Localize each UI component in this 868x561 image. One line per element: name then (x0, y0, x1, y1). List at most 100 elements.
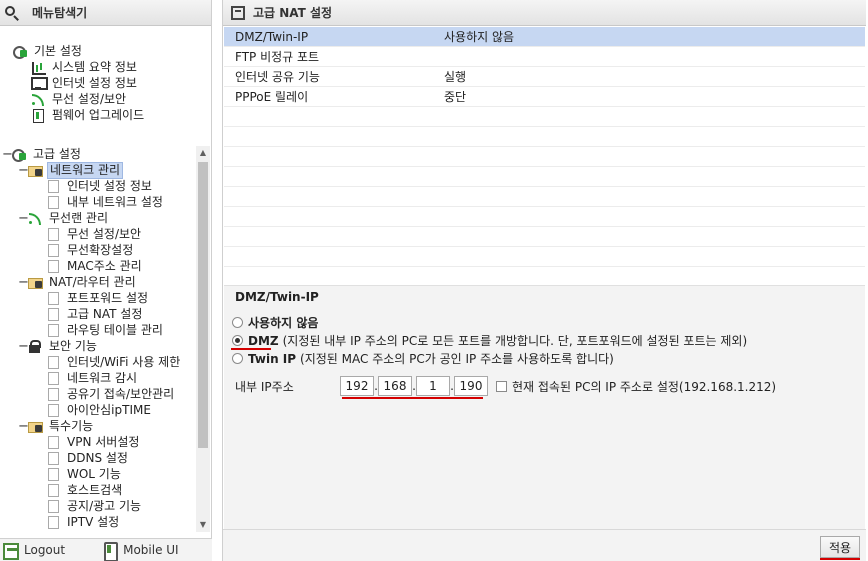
tree-item[interactable]: 아이안심ipTIME (0, 402, 196, 418)
mobile-icon (101, 542, 119, 561)
lock-icon (27, 339, 43, 353)
table-row[interactable]: FTP 비정규 포트 (224, 47, 865, 67)
page-icon (48, 467, 59, 481)
tree-item[interactable]: 고급 NAT 설정 (0, 306, 196, 322)
scroll-down-arrow-icon[interactable]: ▼ (196, 518, 210, 532)
tree-item[interactable]: IPTV 설정 (0, 514, 196, 530)
special-folder-icon (27, 419, 43, 433)
page-icon (48, 387, 59, 401)
tree-item[interactable]: MAC주소 관리 (0, 258, 196, 274)
tree-special-functions[interactable]: − 특수기능 (0, 418, 196, 434)
chart-icon (30, 60, 46, 75)
tree-item[interactable]: DDNS 설정 (0, 450, 196, 466)
settings-folder-icon (12, 44, 28, 59)
table-row[interactable]: PPPoE 릴레이 중단 (224, 87, 865, 107)
tree-system-summary[interactable]: 시스템 요약 정보 (0, 59, 196, 75)
table-row-empty (224, 127, 865, 147)
content-panel: 고급 NAT 설정 DMZ/Twin-IP 사용하지 않음 FTP 비정규 포트… (222, 0, 866, 561)
page-icon (48, 499, 59, 513)
ip-octet-4[interactable] (454, 376, 488, 396)
page-icon (48, 355, 59, 369)
tree-item[interactable]: VPN 서버설정 (0, 434, 196, 450)
radio-twin-ip[interactable]: Twin IP (지정된 MAC 주소의 PC가 공인 IP 주소를 사용하도록… (232, 350, 614, 367)
collapse-icon[interactable]: − (2, 147, 13, 162)
internal-ip-label: 내부 IP주소 (235, 379, 294, 394)
tree-advanced-settings[interactable]: − 고급 설정 (0, 146, 196, 162)
page-icon (48, 259, 59, 273)
tree-item[interactable]: 인터넷/WiFi 사용 제한 (0, 354, 196, 370)
tree-item[interactable]: 인터넷 설정 정보 (0, 178, 196, 194)
window-icon (231, 5, 245, 20)
page-icon (48, 435, 59, 449)
tree-item[interactable]: 라우팅 테이블 관리 (0, 322, 196, 338)
tree-item[interactable]: 무선 설정/보안 (0, 226, 196, 242)
ip-octet-3[interactable] (416, 376, 450, 396)
upgrade-icon (30, 108, 46, 123)
table-row-empty (224, 167, 865, 187)
table-row[interactable]: DMZ/Twin-IP 사용하지 않음 (224, 27, 865, 47)
basic-settings-tree: 기본 설정 시스템 요약 정보 인터넷 설정 정보 무선 설정/보안 펌웨어 업… (0, 43, 196, 123)
tree-basic-settings[interactable]: 기본 설정 (0, 43, 196, 59)
collapse-icon[interactable]: − (18, 275, 29, 290)
tree-item[interactable]: 공지/광고 기능 (0, 498, 196, 514)
page-icon (48, 515, 59, 529)
logout-link[interactable]: Logout (2, 542, 65, 560)
radio-button-selected[interactable] (232, 335, 243, 346)
page-icon (48, 307, 59, 321)
radio-button[interactable] (232, 353, 243, 364)
page-icon (48, 227, 59, 241)
apply-button[interactable]: 적용 (820, 536, 860, 558)
content-footer: 적용 (223, 529, 866, 561)
ip-octet-2[interactable] (378, 376, 412, 396)
page-icon (48, 323, 59, 337)
network-folder-icon (27, 163, 43, 177)
use-current-pc-checkbox[interactable] (496, 380, 507, 392)
nat-summary-table: DMZ/Twin-IP 사용하지 않음 FTP 비정규 포트 인터넷 공유 기능… (224, 27, 865, 267)
radio-disable[interactable]: 사용하지 않음 (232, 314, 322, 331)
tree-firmware-upgrade[interactable]: 펌웨어 업그레이드 (0, 107, 196, 123)
collapse-icon[interactable]: − (18, 419, 29, 434)
radio-dmz[interactable]: DMZ (지정된 내부 IP 주소의 PC로 모든 포트를 개방합니다. 단, … (232, 332, 747, 349)
dmz-twinip-section: DMZ/Twin-IP 사용하지 않음 DMZ (지정된 내부 IP 주소의 P… (224, 285, 865, 529)
tree-item[interactable]: 공유기 접속/보안관리 (0, 386, 196, 402)
collapse-icon[interactable]: − (18, 163, 29, 178)
table-row-empty (224, 187, 865, 207)
tree-item[interactable]: 포트포워드 설정 (0, 290, 196, 306)
table-row-empty (224, 107, 865, 127)
tree-item[interactable]: WOL 기능 (0, 466, 196, 482)
table-row-empty (224, 247, 865, 267)
collapse-icon[interactable]: − (18, 339, 29, 354)
tree-security-functions[interactable]: − 보안 기능 (0, 338, 196, 354)
menu-footer: Logout Mobile UI (0, 538, 212, 561)
menu-scrollbar[interactable]: ▲ ▼ (196, 146, 210, 532)
ip-octet-1[interactable] (340, 376, 374, 396)
table-row[interactable]: 인터넷 공유 기능 실행 (224, 67, 865, 87)
annotation-underline (820, 558, 860, 560)
tree-network-management[interactable]: − 네트워크 관리 (0, 161, 196, 179)
tree-item[interactable]: 무선확장설정 (0, 242, 196, 258)
tree-internet-info[interactable]: 인터넷 설정 정보 (0, 75, 196, 91)
tree-item[interactable]: 내부 네트워크 설정 (0, 194, 196, 210)
wifi-folder-icon (27, 211, 43, 225)
page-icon (48, 403, 59, 417)
content-header: 고급 NAT 설정 (223, 0, 866, 26)
advanced-settings-tree: − 고급 설정 − 네트워크 관리 인터넷 설정 정보 내부 네트워크 설정 −… (0, 146, 196, 530)
table-row-empty (224, 147, 865, 167)
tree-nat-router-management[interactable]: − NAT/라우터 관리 (0, 274, 196, 290)
tree-wireless-security[interactable]: 무선 설정/보안 (0, 91, 196, 107)
page-icon (48, 483, 59, 497)
collapse-icon[interactable]: − (18, 211, 29, 226)
tree-wireless-management[interactable]: − 무선랜 관리 (0, 210, 196, 226)
tree-item[interactable]: 네트워크 감시 (0, 370, 196, 386)
mobile-ui-link[interactable]: Mobile UI (101, 542, 179, 561)
tree-item[interactable]: 호스트검색 (0, 482, 196, 498)
table-row-empty (224, 227, 865, 247)
radio-button[interactable] (232, 317, 243, 328)
page-icon (48, 179, 59, 193)
scrollbar-thumb[interactable] (198, 162, 208, 448)
monitor-icon (30, 76, 48, 90)
internal-ip-row: 내부 IP주소 . . . 현재 접속된 PC의 IP 주소로 설정(192.1… (235, 376, 776, 396)
router-folder-icon (27, 275, 43, 289)
page-icon (48, 451, 59, 465)
scroll-up-arrow-icon[interactable]: ▲ (196, 146, 210, 160)
